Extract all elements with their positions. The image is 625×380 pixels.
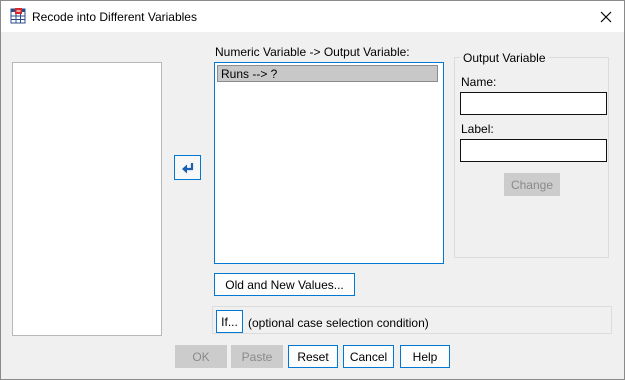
numeric-variable-label: Numeric Variable -> Output Variable:: [215, 45, 410, 59]
old-and-new-values-button[interactable]: Old and New Values...: [214, 273, 355, 296]
name-field[interactable]: [460, 92, 607, 115]
close-icon: [600, 11, 612, 22]
numeric-variable-list[interactable]: Runs --> ?: [214, 62, 444, 264]
reset-button[interactable]: Reset: [288, 345, 338, 368]
label-field[interactable]: [460, 139, 607, 162]
label-label: Label:: [461, 122, 494, 136]
ok-button[interactable]: OK: [175, 345, 227, 368]
if-description: (optional case selection condition): [248, 316, 429, 330]
source-variable-list[interactable]: [12, 62, 162, 336]
dialog-window: Recode into Different Variables Numeric …: [0, 0, 625, 380]
output-variable-group-title: Output Variable: [460, 51, 549, 65]
if-button[interactable]: If...: [216, 310, 243, 333]
close-button[interactable]: [588, 1, 624, 32]
list-item[interactable]: Runs --> ?: [217, 65, 438, 82]
move-variable-button[interactable]: [174, 155, 201, 180]
spss-recode-icon: [10, 8, 26, 24]
help-button[interactable]: Help: [400, 345, 450, 368]
change-button[interactable]: Change: [504, 173, 560, 196]
window-title: Recode into Different Variables: [32, 10, 197, 24]
paste-button[interactable]: Paste: [231, 345, 283, 368]
name-label: Name:: [461, 75, 497, 89]
cancel-button[interactable]: Cancel: [343, 345, 394, 368]
return-arrow-icon: [181, 162, 193, 173]
title-bar: Recode into Different Variables: [1, 1, 624, 32]
